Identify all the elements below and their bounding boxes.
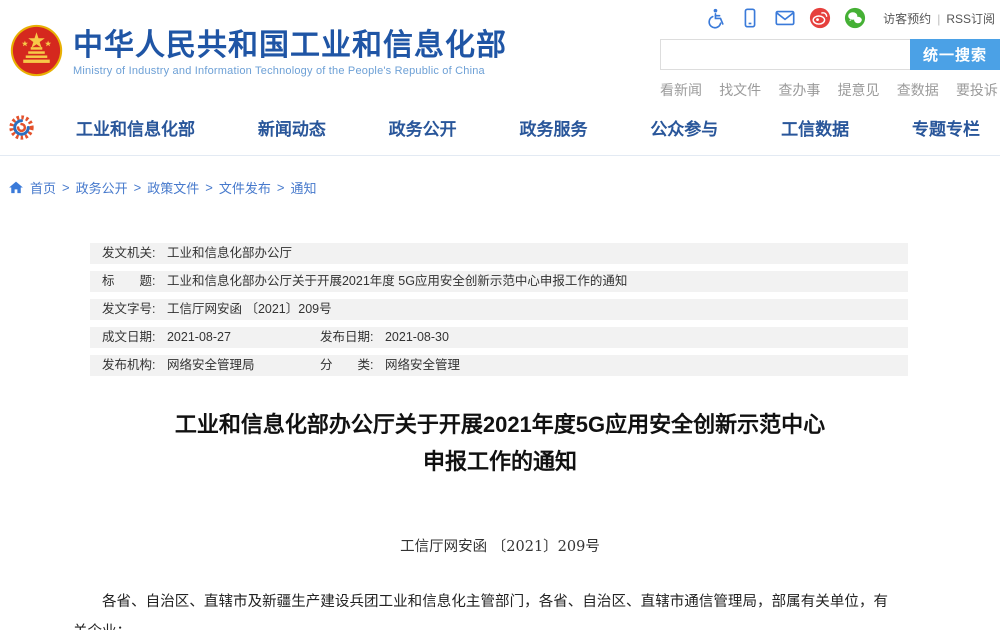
nav-item-public-participation[interactable]: 公众参与 [650,115,718,140]
meta-row-publisher-category: 发布机构: 网络安全管理局 分 类: 网络安全管理 [90,355,908,376]
site-subtitle: Ministry of Industry and Information Tec… [73,65,507,77]
meta-value: 工业和信息化部办公厅 [167,246,292,260]
meta-label: 标 题: [102,274,155,288]
site-header: 中华人民共和国工业和信息化部 Ministry of Industry and … [0,0,1000,100]
meta-label: 发文机关: [102,246,155,260]
breadcrumb-separator: > [205,180,213,195]
site-brand[interactable]: 中华人民共和国工业和信息化部 Ministry of Industry and … [10,24,507,77]
search-input[interactable] [660,39,910,70]
breadcrumb-file-release[interactable]: 文件发布 [219,178,271,197]
breadcrumb-gov-disclosure[interactable]: 政务公开 [76,178,128,197]
nav-item-special-topics[interactable]: 专题专栏 [912,115,980,140]
meta-value: 工业和信息化部办公厅关于开展2021年度 5G应用安全创新示范中心申报工作的通知 [167,274,627,288]
search-button[interactable]: 统一搜索 [910,39,1000,70]
quick-link-complaint[interactable]: 要投诉 [956,80,998,100]
breadcrumb: 首页 > 政务公开 > 政策文件 > 文件发布 > 通知 [0,156,1000,197]
meta-row-dates: 成文日期: 2021-08-27 发布日期: 2021-08-30 [90,327,908,348]
visitor-appointment-link[interactable]: 访客预约 [883,12,931,26]
meta-label: 发文字号: [102,302,155,316]
miit-gear-logo-icon[interactable] [8,114,35,141]
meta-value: 网络安全管理 [385,358,460,372]
home-icon[interactable] [8,180,24,195]
document-meta-table: 发文机关: 工业和信息化部办公厅 标 题: 工业和信息化部办公厅关于开展2021… [90,243,908,376]
meta-row-issuing-agency: 发文机关: 工业和信息化部办公厅 [90,243,908,264]
wechat-icon[interactable] [844,7,866,29]
meta-value: 网络安全管理局 [167,358,255,372]
main-nav: 工业和信息化部 新闻动态 政务公开 政务服务 公众参与 工信数据 专题专栏 [0,100,1000,156]
meta-value: 工信厅网安函 〔2021〕209号 [167,302,332,316]
document-title-line2: 申报工作的通知 [0,443,1000,480]
rss-subscribe-link[interactable]: RSS订阅 [946,12,995,26]
document-body-paragraph: 各省、自治区、直辖市及新疆生产建设兵团工业和信息化主管部门，各省、自治区、直辖市… [73,587,888,630]
quick-link-feedback[interactable]: 提意见 [838,80,880,100]
breadcrumb-separator: > [277,180,285,195]
mobile-icon[interactable] [739,7,761,29]
meta-label: 发布日期: [320,330,373,344]
quick-link-news[interactable]: 看新闻 [660,80,702,100]
quick-link-services[interactable]: 查办事 [778,80,820,100]
utility-links: 访客预约 | RSS订阅 [883,10,995,27]
breadcrumb-notice[interactable]: 通知 [290,178,316,197]
nav-item-gov-disclosure[interactable]: 政务公开 [389,115,457,140]
link-separator: | [937,12,940,26]
quick-links-bar: 看新闻 找文件 查办事 提意见 查数据 要投诉 [660,80,1000,100]
breadcrumb-home[interactable]: 首页 [30,178,56,197]
nav-item-miit[interactable]: 工业和信息化部 [76,115,195,140]
meta-label: 分 类: [320,358,373,372]
meta-row-title: 标 题: 工业和信息化部办公厅关于开展2021年度 5G应用安全创新示范中心申报… [90,271,908,292]
national-emblem-icon [10,24,63,77]
breadcrumb-separator: > [134,180,142,195]
document-title-line1: 工业和信息化部办公厅关于开展2021年度5G应用安全创新示范中心 [0,406,1000,443]
weibo-icon[interactable] [809,7,831,29]
document-title: 工业和信息化部办公厅关于开展2021年度5G应用安全创新示范中心 申报工作的通知 [0,406,1000,480]
quick-link-data[interactable]: 查数据 [897,80,939,100]
nav-item-gov-services[interactable]: 政务服务 [519,115,587,140]
meta-label: 成文日期: [102,330,155,344]
breadcrumb-policy-files[interactable]: 政策文件 [147,178,199,197]
accessibility-icon[interactable] [704,7,726,29]
mail-icon[interactable] [774,7,796,29]
nav-item-news[interactable]: 新闻动态 [258,115,326,140]
meta-value: 2021-08-27 [167,330,231,344]
quick-link-files[interactable]: 找文件 [719,80,761,100]
site-title: 中华人民共和国工业和信息化部 [73,30,507,62]
meta-row-doc-number: 发文字号: 工信厅网安函 〔2021〕209号 [90,299,908,320]
meta-label: 发布机构: [102,358,155,372]
meta-value: 2021-08-30 [385,330,449,344]
document-number: 工信厅网安函 〔2021〕209号 [0,535,1000,556]
nav-item-miit-data[interactable]: 工信数据 [781,115,849,140]
breadcrumb-separator: > [62,180,70,195]
